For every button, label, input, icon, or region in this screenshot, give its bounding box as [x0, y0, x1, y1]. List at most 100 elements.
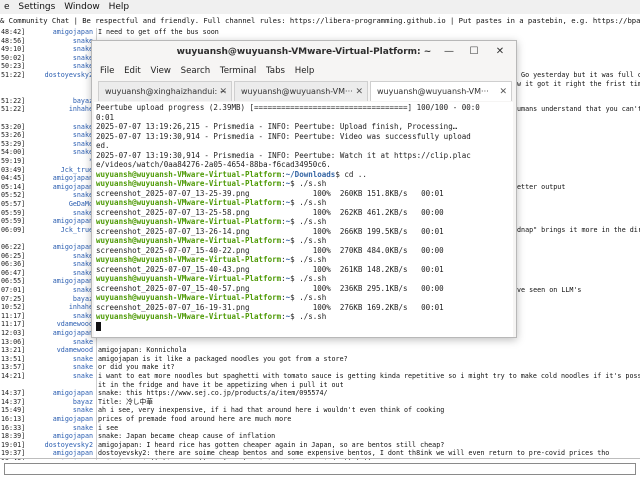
chat-line: 19:37] amigojapan dostoyevsky2: there are …: [0, 449, 640, 458]
nick-separator: [96, 449, 97, 458]
message-text: amigojapan: Konnichola: [98, 346, 187, 354]
prompt-user: wuyuansh@wuyuansh-VMware-Virtual-Platfor…: [96, 217, 282, 226]
chat-line: 13:21] vdamewood amigojapan: Konnichola: [0, 346, 640, 355]
menu-item-settings[interactable]: Settings: [18, 2, 55, 12]
chat-line: 16:13] amigojapan prices of premade food a…: [0, 415, 640, 424]
close-button[interactable]: ✕: [492, 45, 508, 59]
menu-terminal[interactable]: Terminal: [220, 66, 256, 76]
menu-edit[interactable]: Edit: [124, 66, 141, 76]
prompt-user: wuyuansh@wuyuansh-VMware-Virtual-Platfor…: [96, 179, 282, 188]
nickname[interactable]: snake: [8, 191, 93, 200]
nickname[interactable]: inhahe: [8, 303, 93, 312]
app-menubar: e Settings Window Help: [0, 0, 640, 14]
nickname[interactable]: snake: [8, 131, 93, 140]
nick-separator: [96, 432, 97, 441]
tab-label: wuyuansh@wuyuansh-VM···: [241, 87, 353, 96]
prompt-line: wuyuansh@wuyuansh-VMware-Virtual-Platfor…: [96, 311, 506, 322]
nick-separator: [96, 406, 97, 415]
nickname[interactable]: amigojapan: [8, 449, 93, 458]
tab-close-icon[interactable]: ✕: [219, 82, 227, 101]
message-text-tail: n Go yesterday but it was full of: [513, 71, 640, 79]
tab-vmware-1[interactable]: wuyuansh@wuyuansh-VM··· ✕: [234, 81, 368, 101]
message-text: dostoyevsky2: there are soime cheap bent…: [98, 449, 610, 457]
message-text: ah i see, very inexpensive, if i had tha…: [98, 406, 445, 414]
command-text: $ ./s.sh: [290, 274, 327, 283]
terminal-menubar: File Edit View Search Terminal Tabs Help: [100, 64, 321, 78]
nickname[interactable]: snake: [8, 372, 93, 381]
nickname[interactable]: snake: [8, 286, 93, 295]
message-text: snake: this https://www.sej.co.jp/produc…: [98, 389, 328, 397]
prompt-user: wuyuansh@wuyuansh-VMware-Virtual-Platfor…: [96, 312, 282, 321]
menu-help[interactable]: Help: [295, 66, 315, 76]
message-text-tail: humans understand that you can't: [513, 105, 640, 113]
nick-separator: [96, 415, 97, 424]
command-text: $ ./s.sh: [290, 217, 327, 226]
nickname[interactable]: snake: [8, 148, 93, 157]
prompt-user: wuyuansh@wuyuansh-VMware-Virtual-Platfor…: [96, 198, 282, 207]
message-text: I need to get off the bus soon: [98, 28, 219, 36]
menu-search[interactable]: Search: [181, 66, 211, 76]
nickname[interactable]: snake: [8, 260, 93, 269]
terminal-output[interactable]: Peertube upload progress (2.39MB) [=====…: [94, 102, 513, 337]
terminal-tabbar: wuyuansh@xinghaizhandui: ~ ✕ wuyuansh@wu…: [98, 81, 512, 101]
command-text: $ ./s.sh: [290, 255, 327, 264]
nickname[interactable]: snake: [8, 62, 93, 71]
nickname[interactable]: vdamewood: [8, 346, 93, 355]
text-cursor: [96, 322, 101, 331]
chat-line: 15:49] snake ah i see, very inexpensive, i…: [0, 406, 640, 415]
nick-separator: [96, 28, 97, 37]
command-text: $ ./s.sh: [290, 198, 327, 207]
menu-view[interactable]: View: [151, 66, 171, 76]
nick-separator: [96, 346, 97, 355]
nickname[interactable]: amigojapan: [8, 389, 93, 398]
tab-label: wuyuansh@wuyuansh-VM···: [377, 87, 489, 96]
prompt-user: wuyuansh@wuyuansh-VMware-Virtual-Platfor…: [96, 255, 282, 264]
tab-vmware-2[interactable]: wuyuansh@wuyuansh-VM··· ✕: [370, 81, 512, 101]
nickname[interactable]: amigojapan: [8, 329, 93, 338]
nickname[interactable]: inhahe: [8, 105, 93, 114]
prompt-user: wuyuansh@wuyuansh-VMware-Virtual-Platfor…: [96, 274, 282, 283]
menu-item-window[interactable]: Window: [64, 2, 100, 12]
message-text: prices of premade food around here are m…: [98, 415, 292, 423]
tab-close-icon[interactable]: ✕: [499, 82, 507, 101]
chat-line: 14:21] snake i want to eat more noodles bu…: [0, 372, 640, 381]
menu-file[interactable]: File: [100, 66, 114, 76]
chat-line: 18:39] amigojapan snake: Japan became chea…: [0, 432, 640, 441]
message-text: i want to eat more noodles but spaghetti…: [98, 372, 640, 380]
terminal-window: wuyuansh@wuyuansh-VMware-Virtual-Platfor…: [91, 40, 517, 338]
nickname[interactable]: amigojapan: [8, 415, 93, 424]
nickname[interactable]: dostoyevsky2: [8, 71, 93, 80]
nick-separator: [96, 389, 97, 398]
nickname[interactable]: amigojapan: [8, 277, 93, 286]
menu-item-help[interactable]: Help: [109, 2, 130, 12]
nickname[interactable]: snake: [8, 363, 93, 372]
command-text: $ ./s.sh: [290, 293, 327, 302]
nickname[interactable]: amigojapan: [8, 217, 93, 226]
chat-line: 48:42] amigojapan I need to get off the bu…: [0, 28, 640, 37]
tab-close-icon[interactable]: ✕: [355, 82, 363, 101]
nickname[interactable]: *: [8, 157, 93, 166]
nickname[interactable]: amigojapan: [8, 28, 93, 37]
nickname[interactable]: snake: [8, 45, 93, 54]
nickname[interactable]: vdamewood: [8, 320, 93, 329]
maximize-button[interactable]: ☐: [466, 45, 482, 59]
tab-xinghaizhandui[interactable]: wuyuansh@xinghaizhandui: ~ ✕: [98, 81, 232, 101]
nick-separator: [96, 363, 97, 372]
chat-line: 13:57] snake or did you make it?: [0, 363, 640, 372]
nickname[interactable]: amigojapan: [8, 243, 93, 252]
nickname[interactable]: amigojapan: [8, 432, 93, 441]
prompt-user: wuyuansh@wuyuansh-VMware-Virtual-Platfor…: [96, 293, 282, 302]
prompt-user: wuyuansh@wuyuansh-VMware-Virtual-Platfor…: [96, 236, 282, 245]
nickname[interactable]: amigojapan: [8, 174, 93, 183]
menu-item-edit[interactable]: e: [4, 2, 10, 12]
nickname[interactable]: snake: [8, 406, 93, 415]
chat-input[interactable]: [4, 463, 636, 475]
command-text: $ ./s.sh: [290, 312, 327, 321]
minimize-button[interactable]: —: [441, 45, 457, 59]
command-text: $ ./s.sh: [290, 179, 327, 188]
channel-topic: & Community Chat | Be respectful and fri…: [0, 16, 640, 25]
menu-tabs[interactable]: Tabs: [266, 66, 285, 76]
divider: [0, 458, 640, 459]
nickname[interactable]: GeDaMo: [8, 200, 93, 209]
chat-line: 14:37] amigojapan snake: this https://www.…: [0, 389, 640, 398]
